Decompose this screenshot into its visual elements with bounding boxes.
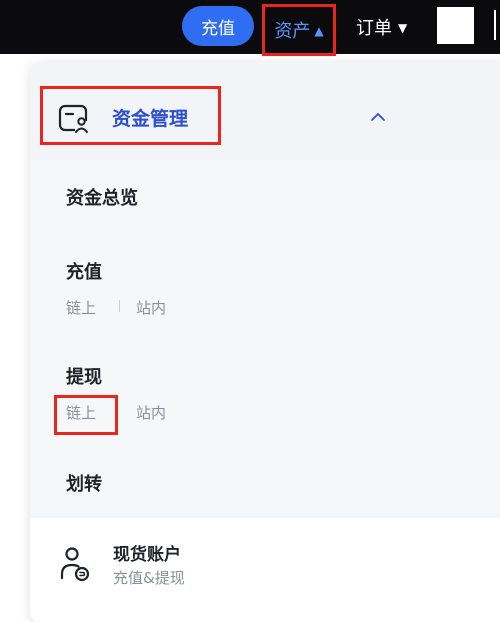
spot-account-subtitle: 充值&提现 (113, 569, 185, 587)
withdraw-internal-link[interactable]: 站内 (136, 402, 166, 423)
wallet-user-icon (58, 104, 89, 133)
caret-up-icon: ▲ (314, 24, 324, 38)
section-title: 资金管理 (112, 108, 189, 130)
fund-management-submenu: 资金总览 充值 链上 站内 提现 链上 站内 划转 (30, 160, 500, 518)
assets-dropdown-panel: 资金管理 资金总览 充值 链上 站内 提现 链上 站内 划转 现货账户 充值&提… (30, 62, 500, 622)
assets-menu[interactable]: 资产 ▲ (262, 4, 336, 56)
recharge-button[interactable]: 充值 (182, 6, 254, 46)
submenu-item-withdraw[interactable]: 提现 (66, 363, 102, 389)
deposit-onchain-link[interactable]: 链上 (66, 297, 96, 318)
submenu-item-deposit[interactable]: 充值 (66, 258, 102, 284)
orders-menu-label: 订单 (356, 18, 392, 39)
spot-account-item[interactable]: 现货账户 充值&提现 (30, 518, 500, 618)
nav-edge-divider (494, 10, 496, 40)
link-separator (119, 300, 120, 312)
fund-management-header[interactable]: 资金管理 (30, 62, 500, 160)
submenu-item-overview[interactable]: 资金总览 (66, 184, 138, 210)
highlight-box (54, 395, 118, 435)
orders-menu[interactable]: 订单 ▼ (356, 0, 407, 54)
spot-account-title: 现货账户 (113, 545, 181, 565)
deposit-internal-link[interactable]: 站内 (136, 297, 166, 318)
top-navigation-bar: 充值 资产 ▲ 订单 ▼ (0, 0, 500, 56)
avatar[interactable] (437, 7, 474, 44)
submenu-item-transfer[interactable]: 划转 (66, 470, 102, 496)
caret-down-icon: ▼ (398, 21, 408, 35)
assets-menu-label: 资产 (274, 21, 311, 42)
person-coin-icon (60, 547, 90, 582)
chevron-up-icon[interactable] (370, 110, 386, 124)
